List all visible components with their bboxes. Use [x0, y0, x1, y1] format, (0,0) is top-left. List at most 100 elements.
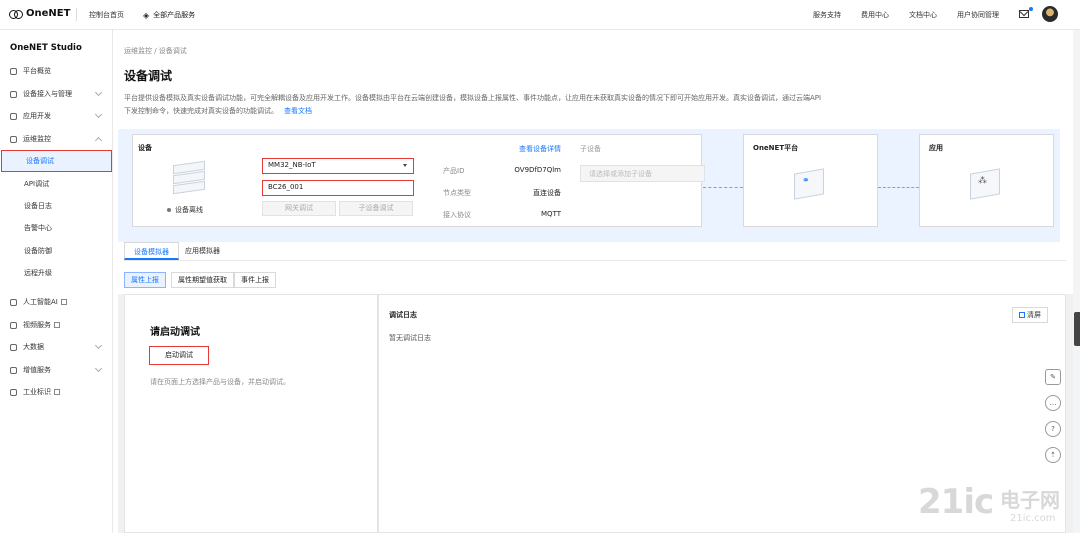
subdevice-label: 子设备	[580, 145, 601, 153]
subdevice-select[interactable]: 请选择或添加子设备	[580, 165, 705, 182]
subdevice-debug-button[interactable]: 子设备调试	[339, 201, 413, 216]
start-debug-title: 请启动调试	[150, 327, 200, 338]
app-icon	[10, 112, 17, 120]
sidebar-item-value-added[interactable]: 增值服务	[0, 361, 113, 379]
tab-device-simulator[interactable]: 设备模拟器	[124, 242, 179, 260]
sidebar-item-label: 运维监控	[23, 135, 51, 143]
user-collab-link[interactable]: 用户协同管理	[957, 10, 999, 20]
device-card: 设备 设备离线 MM32_NB-IoT BC26_001 网关调试 子设备调试 …	[132, 134, 705, 227]
sidebar-item-label: 设备防御	[24, 247, 52, 255]
tabs-divider	[124, 260, 1066, 261]
sidebar: OneNET Studio 平台概览 设备接入与管理 应用开发 运维监控 设备调…	[0, 30, 113, 533]
product-id-value: OV9DfD7Qlm	[514, 166, 561, 174]
chevron-down-icon	[94, 88, 103, 97]
edit-icon[interactable]: ✎	[1045, 369, 1061, 385]
platform-card: OneNET平台 ⚭	[743, 134, 878, 227]
page-title: 设备调试	[124, 69, 173, 83]
bigdata-icon	[10, 343, 17, 351]
app-grid-icon: ⁂	[978, 176, 987, 186]
device-card-title: 设备	[138, 144, 152, 152]
tab-app-simulator[interactable]: 应用模拟器	[176, 242, 229, 260]
sidebar-item-video[interactable]: 视频服务	[0, 316, 113, 334]
sidebar-item-device-access[interactable]: 设备接入与管理	[0, 85, 113, 103]
gateway-debug-button[interactable]: 网关调试	[262, 201, 336, 216]
sidebar-item-ai[interactable]: 人工智能AI	[0, 293, 113, 311]
sidebar-item-label: 设备日志	[24, 202, 52, 210]
sidebar-item-label: 远程升级	[24, 269, 52, 277]
sidebar-item-app-dev[interactable]: 应用开发	[0, 107, 113, 125]
divider	[76, 8, 77, 21]
app-card: 应用 ⁂	[919, 134, 1054, 227]
grid-icon: ◈	[143, 10, 150, 20]
overview-icon	[10, 67, 17, 75]
subtab-event-report[interactable]: 事件上报	[234, 272, 276, 288]
all-products-menu[interactable]: ◈ 全部产品服务	[143, 10, 195, 20]
sidebar-item-device-log[interactable]: 设备日志	[0, 197, 113, 215]
device-name-input[interactable]: BC26_001	[262, 180, 414, 196]
breadcrumb: 运维监控 / 设备调试	[124, 47, 187, 55]
sidebar-item-ops[interactable]: 运维监控	[0, 130, 113, 148]
debug-start-panel: 请启动调试 启动调试 请在页面上方选择产品与设备，并启动调试。	[124, 294, 378, 533]
sidebar-item-label: 视频服务	[23, 321, 51, 329]
device-icon	[10, 90, 17, 98]
device-cube-icon	[173, 159, 205, 199]
clear-label: 清屏	[1027, 311, 1041, 319]
chevron-down-icon	[94, 341, 103, 350]
caret-down-icon	[403, 164, 407, 167]
onenet-logo-icon	[9, 9, 23, 19]
sidebar-item-label: 设备调试	[26, 157, 54, 165]
doc-center-link[interactable]: 文档中心	[909, 10, 937, 20]
video-icon	[10, 321, 17, 329]
subtab-property-desired[interactable]: 属性期望值获取	[171, 272, 234, 288]
side-scroll-tab[interactable]	[1074, 312, 1080, 346]
service-support-link[interactable]: 服务支持	[813, 10, 841, 20]
external-link-icon	[54, 389, 60, 395]
avatar[interactable]	[1042, 6, 1058, 22]
device-status: 设备离线	[167, 205, 203, 215]
console-home-link[interactable]: 控制台首页	[89, 10, 124, 20]
connector-line	[878, 187, 919, 188]
sidebar-item-device-debug[interactable]: 设备调试	[1, 150, 112, 172]
status-dot-icon	[167, 208, 171, 212]
link-icon: ⚭	[802, 176, 810, 186]
topology-panel: 设备 设备离线 MM32_NB-IoT BC26_001 网关调试 子设备调试 …	[118, 129, 1060, 242]
start-debug-button[interactable]: 启动调试	[149, 346, 209, 365]
ai-icon	[10, 298, 17, 306]
main-content: 运维监控 / 设备调试 设备调试 平台提供设备模拟及真实设备调试功能，可完全解耦…	[113, 30, 1073, 533]
sidebar-item-label: 应用开发	[23, 112, 51, 120]
view-device-detail-link[interactable]: 查看设备详情	[503, 144, 561, 154]
external-link-icon	[54, 322, 60, 328]
value-added-icon	[10, 366, 17, 374]
debug-log-empty: 暂无调试日志	[389, 334, 431, 342]
help-icon[interactable]: ?	[1045, 421, 1061, 437]
onenet-logo[interactable]: OneNET	[9, 8, 70, 19]
sidebar-item-remote-upgrade[interactable]: 远程升级	[0, 264, 113, 282]
sidebar-item-api-debug[interactable]: API调试	[0, 175, 113, 193]
product-select[interactable]: MM32_NB-IoT	[262, 158, 414, 174]
debug-log-title: 调试日志	[389, 311, 417, 319]
clear-icon	[1019, 312, 1025, 318]
description-text: 平台提供设备模拟及真实设备调试功能，可完全解耦设备及应用开发工作。设备模拟由平台…	[124, 94, 822, 115]
sidebar-item-industrial-id[interactable]: 工业标识	[0, 383, 113, 401]
sidebar-item-alert-center[interactable]: 告警中心	[0, 219, 113, 237]
subtab-property-report[interactable]: 属性上报	[124, 272, 166, 288]
sidebar-item-overview[interactable]: 平台概览	[0, 62, 113, 80]
mail-icon[interactable]	[1019, 10, 1029, 18]
back-to-top-icon[interactable]: ⇡	[1045, 447, 1061, 463]
start-debug-hint: 请在页面上方选择产品与设备，并启动调试。	[150, 378, 290, 386]
external-link-icon	[60, 299, 67, 305]
view-docs-link[interactable]: 查看文档	[284, 107, 312, 115]
sidebar-item-label: 大数据	[23, 343, 44, 351]
platform-title: OneNET平台	[753, 144, 799, 152]
sidebar-item-bigdata[interactable]: 大数据	[0, 338, 113, 356]
sidebar-item-label: 增值服务	[23, 366, 51, 374]
protocol-value: MQTT	[541, 210, 561, 218]
watermark-brand: 21ic	[918, 482, 994, 522]
chat-icon[interactable]: …	[1045, 395, 1061, 411]
sidebar-item-label: 人工智能AI	[23, 298, 58, 306]
clear-log-button[interactable]: 清屏	[1012, 307, 1048, 323]
sidebar-item-device-defense[interactable]: 设备防御	[0, 242, 113, 260]
sidebar-item-label: 平台概览	[23, 67, 51, 75]
protocol-label: 接入协议	[443, 211, 471, 219]
billing-center-link[interactable]: 费用中心	[861, 10, 889, 20]
